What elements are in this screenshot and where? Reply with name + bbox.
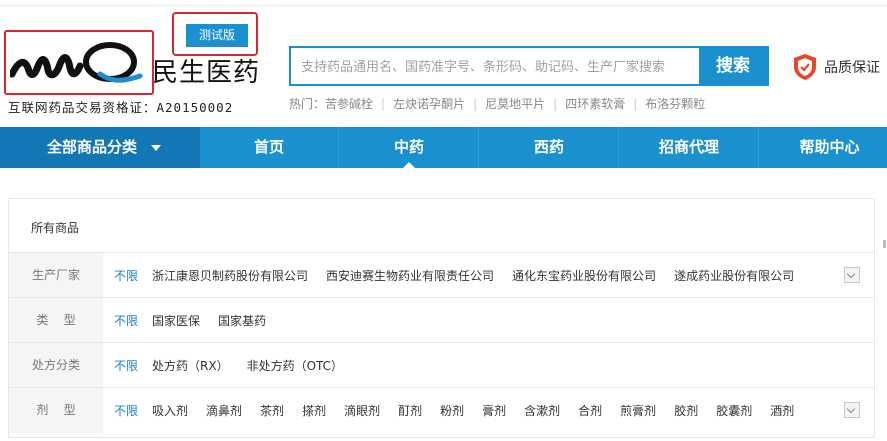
filter-row-type: 类 型 不限 国家医保 国家基药 [9,297,874,343]
filter-option[interactable]: 西安迪赛生物药业有限责任公司 [326,267,494,284]
filter-label: 剂 型 [9,388,103,433]
filter-option-any[interactable]: 不限 [114,312,138,329]
active-indicator [403,162,415,168]
filter-label: 类 型 [9,298,103,343]
filter-option[interactable]: 煎膏剂 [620,402,656,419]
chevron-down-icon [151,145,161,151]
nav-western-medicine[interactable]: 西药 [480,127,619,168]
search-button[interactable]: 搜索 [699,48,767,84]
nav-help[interactable]: 帮助中心 [760,127,887,168]
filter-option[interactable]: 合剂 [578,402,602,419]
filter-option-any[interactable]: 不限 [114,267,138,284]
filter-option[interactable]: 通化东宝药业股份有限公司 [512,267,656,284]
filter-row-manufacturer: 生产厂家 不限 浙江康恩贝制药股份有限公司 西安迪赛生物药业有限责任公司 通化东… [9,252,874,298]
hot-searches: 热门：苦参碱栓 | 左炔诺孕酮片 | 尼莫地平片 | 四环素软膏 | 布洛芬颗粒 [289,95,705,112]
panel-title: 所有商品 [31,221,80,235]
all-categories-label: 全部商品分类 [47,138,138,156]
all-categories-menu[interactable]: 全部商品分类 [0,127,200,168]
filter-option[interactable]: 非处方药（OTC） [247,357,343,374]
hot-item[interactable]: 苦参碱栓 [325,97,373,111]
expand-button[interactable] [844,402,860,418]
quality-guarantee[interactable]: 品质保证 [792,52,880,82]
filter-option[interactable]: 遂成药业股份有限公司 [674,267,794,284]
filter-label: 生产厂家 [9,253,103,298]
hot-item[interactable]: 左炔诺孕酮片 [393,97,465,111]
nav-agency[interactable]: 招商代理 [620,127,759,168]
license-text: 互联网药品交易资格证：A20150002 [8,100,234,115]
filter-option[interactable]: 国家医保 [152,312,200,329]
filter-option[interactable]: 处方药（RX） [152,357,229,374]
search-input[interactable] [291,48,701,84]
filter-options: 不限 浙江康恩贝制药股份有限公司 西安迪赛生物药业有限责任公司 通化东宝药业股份… [114,253,812,298]
filter-options: 不限 国家医保 国家基药 [114,298,284,343]
filter-row-dosage-form: 剂 型 不限 吸入剂 滴鼻剂 茶剂 搽剂 滴眼剂 酊剂 粉剂 膏剂 含漱剂 合剂… [9,387,874,433]
nav-home[interactable]: 首页 [200,127,339,168]
filter-option[interactable]: 滴眼剂 [344,402,380,419]
filter-option-any[interactable]: 不限 [114,357,138,374]
search-bar: 搜索 [289,46,769,86]
hot-prefix: 热门： [289,97,326,111]
top-border [0,0,887,6]
filter-option[interactable]: 酊剂 [398,402,422,419]
separator: | [473,97,478,111]
hot-item[interactable]: 四环素软膏 [565,97,625,111]
filter-option[interactable]: 浙江康恩贝制药股份有限公司 [152,267,308,284]
filter-panel: 所有商品 生产厂家 不限 浙江康恩贝制药股份有限公司 西安迪赛生物药业有限责任公… [8,198,875,438]
brand-name: 民生医药 [152,58,261,88]
filter-option[interactable]: 吸入剂 [152,402,188,419]
main-nav: 全部商品分类 首页 中药 西药 招商代理 帮助中心 [0,127,887,168]
hot-item[interactable]: 尼莫地平片 [485,97,545,111]
shield-icon [794,54,816,80]
filter-option[interactable]: 粉剂 [440,402,464,419]
filter-option[interactable]: 国家基药 [218,312,266,329]
filter-option[interactable]: 膏剂 [482,402,506,419]
separator: | [381,97,386,111]
beta-badge[interactable]: 测试版 [186,24,248,47]
expand-button[interactable] [844,267,860,283]
brand-logo[interactable] [10,40,145,88]
filter-option[interactable]: 胶囊剂 [716,402,752,419]
separator: | [633,97,638,111]
filter-row-prescription: 处方分类 不限 处方药（RX） 非处方药（OTC） [9,342,874,388]
hot-item[interactable]: 布洛芬颗粒 [645,97,705,111]
filter-option[interactable]: 滴鼻剂 [206,402,242,419]
filter-option[interactable]: 胶剂 [674,402,698,419]
scrollbar-thumb[interactable] [883,240,886,248]
filter-label: 处方分类 [9,343,103,388]
quality-label: 品质保证 [824,60,880,76]
filter-option[interactable]: 茶剂 [260,402,284,419]
filter-option[interactable]: 搽剂 [302,402,326,419]
filter-options: 不限 吸入剂 滴鼻剂 茶剂 搽剂 滴眼剂 酊剂 粉剂 膏剂 含漱剂 合剂 煎膏剂… [114,388,812,433]
separator: | [553,97,558,111]
filter-options: 不限 处方药（RX） 非处方药（OTC） [114,343,361,388]
filter-option-any[interactable]: 不限 [114,402,138,419]
filter-option[interactable]: 含漱剂 [524,402,560,419]
filter-option[interactable]: 酒剂 [770,402,794,419]
